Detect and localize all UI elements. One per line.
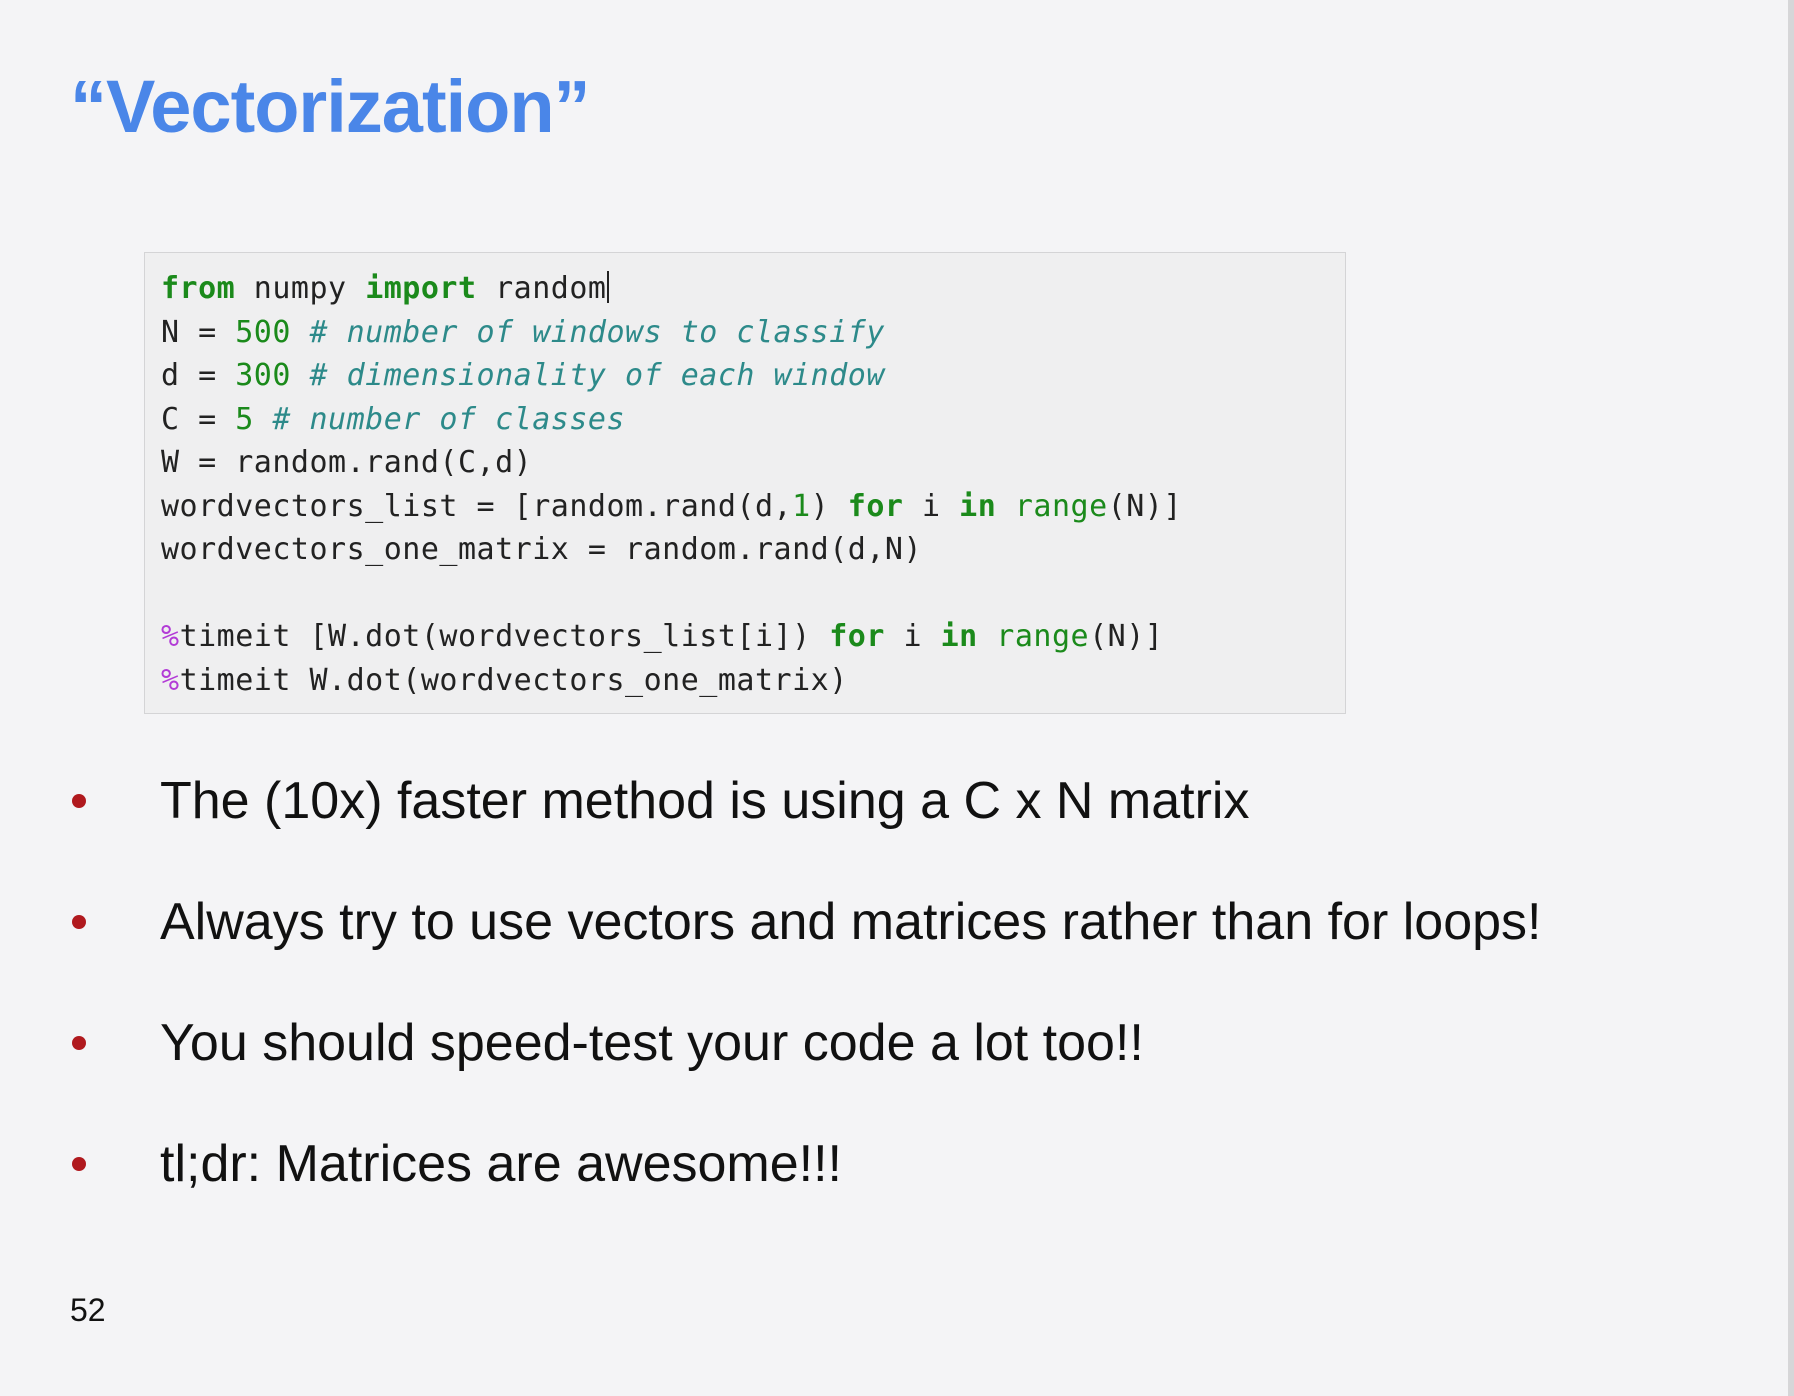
bullet-dot-icon <box>72 1156 86 1171</box>
code-token: from <box>161 271 236 306</box>
slide-right-edge <box>1788 0 1794 1396</box>
code-token: # number of windows to classify <box>309 314 885 350</box>
page-number: 52 <box>70 1292 106 1328</box>
code-token: wordvectors_list = [random.rand(d, <box>161 488 793 524</box>
code-line: %timeit W.dot(wordvectors_one_matrix) <box>161 659 1329 703</box>
code-line: wordvectors_list = [random.rand(d,1) for… <box>161 485 1329 529</box>
code-token: d = <box>161 358 236 393</box>
bullet-text: Always try to use vectors and matrices r… <box>160 892 1542 951</box>
bullet-text: tl;dr: Matrices are awesome!!! <box>160 1134 842 1193</box>
code-token: i <box>884 619 941 654</box>
code-token: (N)] <box>1089 619 1164 654</box>
text-cursor-icon <box>606 271 609 303</box>
code-line: from numpy import random <box>161 267 1329 311</box>
code-token: C = <box>161 401 236 437</box>
code-token: N = <box>161 314 236 350</box>
code-token: ) <box>810 488 848 524</box>
bullet-dot-icon <box>72 1035 86 1050</box>
code-token: W = random.rand(C,d) <box>161 445 533 480</box>
code-token: % <box>161 619 180 654</box>
code-token: i <box>903 488 960 524</box>
code-token: timeit W.dot(wordvectors_one_matrix) <box>179 662 848 698</box>
code-token: numpy <box>235 271 366 306</box>
bullet-dot-icon <box>72 914 86 929</box>
code-line: %timeit [W.dot(wordvectors_list[i]) for … <box>161 615 1329 659</box>
code-cell[interactable]: from numpy import random N = 500 # number… <box>144 252 1346 714</box>
code-line: d = 300 # dimensionality of each window <box>161 354 1329 398</box>
code-token: in <box>959 488 997 524</box>
code-token: 1 <box>792 488 811 524</box>
code-token: (N)] <box>1107 488 1182 524</box>
code-token: range <box>1014 488 1108 524</box>
code-token: # dimensionality of each window <box>309 358 885 393</box>
code-token: in <box>940 619 978 654</box>
code-token: for <box>829 619 885 654</box>
code-token: timeit [W.dot(wordvectors_list[i]) <box>179 619 830 654</box>
slide-title: “Vectorization” <box>70 65 591 148</box>
code-line: N = 500 # number of windows to classify <box>161 311 1329 355</box>
code-token: import <box>365 271 477 306</box>
code-token: 300 <box>235 358 291 393</box>
code-token: random <box>476 271 607 306</box>
code-token: range <box>996 619 1090 654</box>
code-token: 5 <box>235 401 254 437</box>
code-token: % <box>161 662 180 698</box>
code-line: W = random.rand(C,d) <box>161 441 1329 485</box>
code-token: 500 <box>235 314 291 350</box>
code-line: wordvectors_one_matrix = random.rand(d,N… <box>161 528 1329 572</box>
code-line: C = 5 # number of classes <box>161 398 1329 442</box>
bullet-dot-icon <box>72 793 86 808</box>
bullet-text: The (10x) faster method is using a C x N… <box>160 771 1250 830</box>
code-token: # number of classes <box>272 401 626 437</box>
bullet-text: You should speed-test your code a lot to… <box>160 1013 1144 1072</box>
code-token: wordvectors_one_matrix = random.rand(d,N… <box>161 532 923 567</box>
code-token: for <box>847 488 904 524</box>
